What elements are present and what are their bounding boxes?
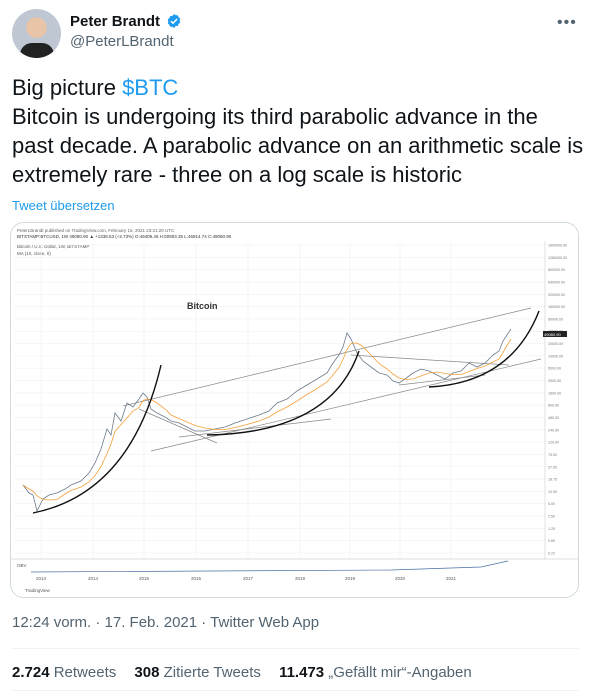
- translate-tweet-link[interactable]: Tweet übersetzen: [12, 198, 115, 213]
- x-tick-label: 2014: [88, 576, 99, 581]
- retweet-count[interactable]: 2.724: [12, 664, 50, 681]
- x-tick-label: 2018: [295, 576, 306, 581]
- x-tick-label: 2020: [395, 576, 406, 581]
- tweet-timestamp[interactable]: 12:24 vorm. · 17. Feb. 2021 · Twitter We…: [12, 614, 319, 631]
- y-tick-label: 2500.00: [548, 379, 561, 383]
- y-tick-label: 10000.00: [548, 354, 563, 358]
- author-handle[interactable]: @PeterLBrandt: [70, 33, 174, 50]
- chart-ma-info: MA (10, close, 0): [17, 251, 51, 256]
- y-tick-label: 320000.00: [548, 293, 565, 297]
- y-tick-label: 1280000.00: [548, 256, 567, 260]
- y-tick-label: 5000.00: [548, 367, 561, 371]
- y-tick-label: 37.50: [548, 465, 557, 469]
- y-tick-label: 1600000.00: [548, 244, 567, 248]
- y-tick-label: 120.00: [548, 441, 559, 445]
- verified-badge-icon: [167, 14, 181, 28]
- y-tick-label: 20000.00: [548, 342, 563, 346]
- chart-price-tag: 49080.90: [544, 332, 561, 337]
- y-tick-label: 640000.00: [548, 280, 565, 284]
- x-tick-label: 2019: [345, 576, 356, 581]
- y-tick-label: 75.00: [548, 453, 557, 457]
- chart-footer-brand: TradingView: [25, 588, 51, 593]
- x-tick-label: 2016: [191, 576, 202, 581]
- quote-label[interactable]: Zitierte Tweets: [164, 664, 261, 681]
- x-tick-label: 2021: [446, 576, 457, 581]
- tweet-stats: 2.724 Retweets 308 Zitierte Tweets 11.47…: [12, 664, 486, 681]
- chart-image: PeterLBrandt published on TradingView.co…: [11, 223, 578, 597]
- divider: [12, 690, 579, 691]
- chart-obv-label: OBV: [17, 563, 27, 568]
- y-tick-label: 2.50: [548, 515, 555, 519]
- like-count[interactable]: 11.473: [279, 664, 324, 681]
- y-tick-label: 800.00: [548, 404, 559, 408]
- divider: [12, 648, 579, 649]
- x-tick-label: 2013: [36, 576, 47, 581]
- cashtag-link[interactable]: $BTC: [122, 75, 178, 100]
- tweet-prefix: Big picture: [12, 75, 123, 100]
- y-tick-label: 18.75: [548, 478, 557, 482]
- y-tick-label: 5.00: [548, 502, 555, 506]
- y-tick-label: 80000.00: [548, 317, 563, 321]
- x-tick-label: 2017: [243, 576, 254, 581]
- author-name[interactable]: Peter Brandt: [70, 13, 160, 30]
- x-tick-label: 2015: [139, 576, 150, 581]
- tweet-media-chart[interactable]: PeterLBrandt published on TradingView.co…: [10, 222, 579, 598]
- quote-count[interactable]: 308: [134, 664, 159, 681]
- y-tick-label: 480.00: [548, 416, 559, 420]
- y-tick-label: 1600.00: [548, 391, 561, 395]
- y-tick-label: 0.22: [548, 552, 555, 556]
- y-tick-label: 1.25: [548, 527, 555, 531]
- y-tick-label: 0.60: [548, 539, 555, 543]
- retweet-label[interactable]: Retweets: [54, 664, 117, 681]
- more-options-icon[interactable]: •••: [557, 14, 577, 32]
- like-label[interactable]: „Gefällt mir“-Angaben: [328, 664, 471, 681]
- tweet-text: Big picture $BTC Bitcoin is undergoing i…: [12, 73, 584, 189]
- chart-annotation: Bitcoin: [187, 301, 218, 311]
- y-tick-label: 800000.00: [548, 268, 565, 272]
- tweet-body: Bitcoin is undergoing its third paraboli…: [12, 104, 590, 187]
- y-tick-label: 160000.00: [548, 305, 565, 309]
- author-avatar[interactable]: [12, 9, 61, 58]
- chart-header-line1: PeterLBrandt published on TradingView.co…: [17, 228, 175, 233]
- chart-header-line2: BITSTAMP:BTCUSD, 1W 49080.90 ▲ +1338.53 …: [17, 234, 232, 239]
- y-tick-label: 240.00: [548, 428, 559, 432]
- y-tick-label: 10.00: [548, 490, 557, 494]
